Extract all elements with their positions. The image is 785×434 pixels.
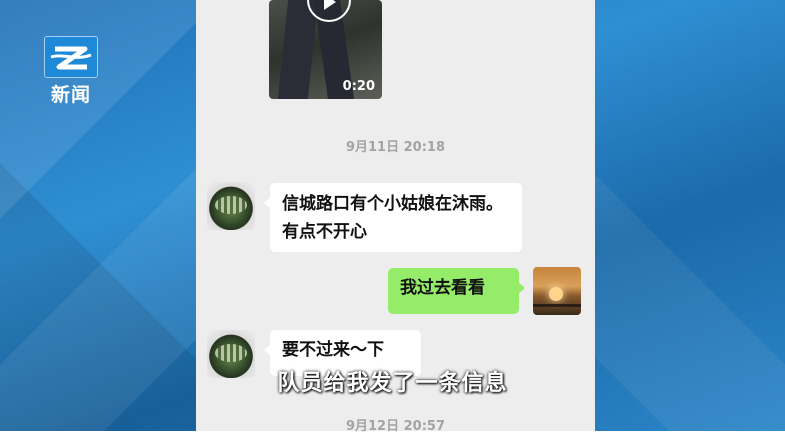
- video-duration: 0:20: [342, 79, 375, 94]
- logo-text: 新闻: [50, 84, 91, 106]
- message-bubble-received[interactable]: 信城路口有个小姑娘在沐雨。有点不开心: [264, 183, 522, 252]
- timestamp: 9月11日 20:18: [345, 140, 446, 155]
- video-subtitle: 队员给我发了一条信息: [277, 371, 508, 396]
- my-avatar[interactable]: [533, 267, 581, 315]
- news-logo: 新闻: [44, 36, 98, 106]
- video-message[interactable]: 0:20: [269, 0, 382, 99]
- logo-mark-icon: [44, 36, 98, 78]
- message-bubble-sent[interactable]: 我过去看看: [388, 268, 525, 314]
- contact-avatar[interactable]: [207, 182, 255, 230]
- timestamp: 9月12日 20:57: [345, 419, 446, 434]
